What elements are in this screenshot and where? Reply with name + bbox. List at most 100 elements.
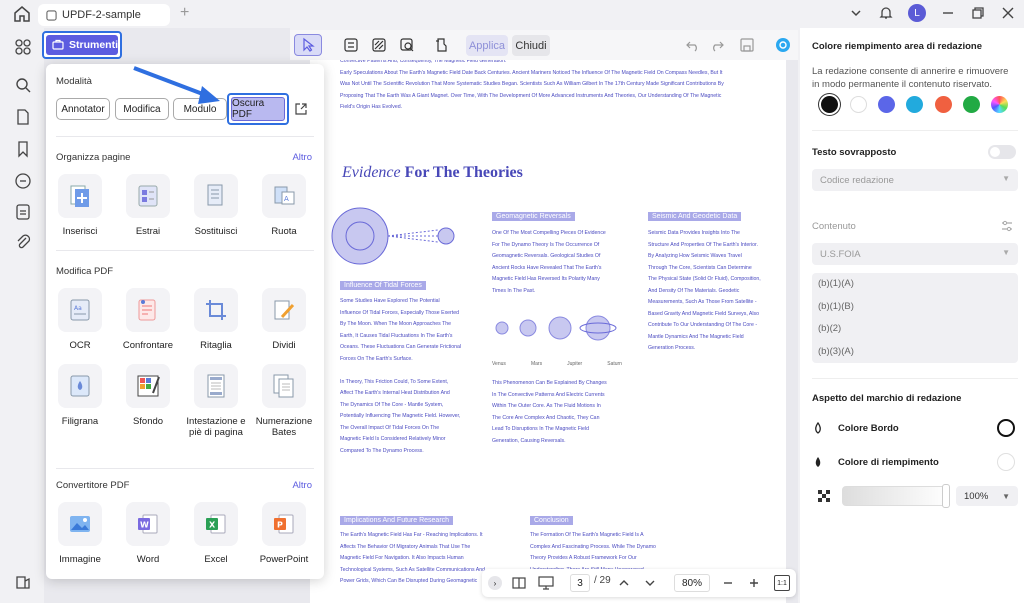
overlay-text-toggle[interactable] [988,145,1016,159]
convert-image[interactable]: Immagine [50,502,110,565]
close-redaction-button[interactable]: Chiudi [512,35,550,56]
avatar[interactable]: L [908,4,926,22]
content-standard-select[interactable]: U.S.FOIA ▼ [812,243,1018,265]
border-color-row[interactable]: Colore Bordo [812,419,1018,437]
home-icon[interactable] [12,5,32,23]
text-line: This Phenomenon Can Be Explained By Chan… [492,380,607,386]
text-line: In Theory, This Friction Could, To Some … [340,378,449,385]
convert-excel[interactable]: X Excel [186,502,246,565]
chevron-up-icon[interactable] [618,577,630,589]
redact-area-tool[interactable] [368,34,390,56]
select-tool[interactable] [294,34,322,56]
convert-powerpoint[interactable]: P PowerPoint [254,502,314,565]
bookmark-icon[interactable] [14,140,32,158]
redact-text-tool[interactable] [340,34,362,56]
tool-bates[interactable]: Numerazione Bates [254,364,314,438]
svg-text:A: A [284,195,289,203]
open-external-icon[interactable] [294,102,308,116]
border-color-swatch[interactable] [997,419,1015,437]
tool-dividi[interactable]: Dividi [254,288,314,351]
mode-oscura-pdf-button[interactable]: Oscura PDF [227,93,289,125]
redact-text-icon [344,38,358,52]
opacity-slider[interactable] [842,486,950,506]
chevron-down-icon[interactable] [644,577,656,589]
text-line: By The Moon. When The Moon Approaches Th… [340,321,452,327]
settings-sliders-icon[interactable] [1000,219,1014,233]
tools-button[interactable]: Strumenti [42,31,122,59]
layers-icon[interactable] [14,573,32,591]
convert-word[interactable]: W Word [118,502,178,565]
list-item[interactable]: (b)(3)(A) [812,341,1018,364]
pages-icon[interactable] [14,108,32,126]
collapse-button[interactable]: › [488,576,502,590]
mode-modulo-button[interactable]: Modulo [173,98,227,120]
paperclip-icon[interactable] [14,233,32,251]
tool-intestazione[interactable]: Intestazione e piè di pagina [186,364,246,438]
chevron-down-icon[interactable] [848,5,864,21]
tool-estrai[interactable]: Estrai [118,174,178,237]
swatch-blue[interactable] [878,96,895,113]
watermark-icon [70,375,90,397]
close-icon[interactable] [1000,5,1016,21]
text-line: Magnetic Field For Navigation. It Also I… [340,555,464,561]
fill-color-swatch[interactable] [997,453,1015,471]
add-tab-button[interactable]: + [180,4,189,22]
tool-sostituisci[interactable]: Sostituisci [186,174,246,237]
mode-modifica-button[interactable]: Modifica [115,98,169,120]
text-line: Generation Process. [648,345,696,351]
search-icon[interactable] [14,76,32,94]
grid-icon[interactable] [14,38,32,56]
zoom-level-input[interactable]: 80% [674,574,710,592]
left-rail [0,28,44,603]
swatch-white[interactable] [850,96,867,113]
restore-icon[interactable] [970,5,986,21]
text-line: And Density Of The Materials. Geodetic [648,287,740,294]
divider [56,136,314,137]
bell-icon[interactable] [878,5,894,21]
actual-size-icon[interactable]: 1:1 [774,575,790,591]
tool-ritaglia[interactable]: Ritaglia [186,288,246,351]
list-item[interactable]: (b)(2) [812,318,1018,341]
current-page-input[interactable]: 3 [570,574,590,592]
presentation-icon[interactable] [538,576,554,590]
redo-button[interactable] [706,34,728,56]
save-button[interactable] [736,34,758,56]
apply-button[interactable]: Applica [466,35,508,56]
attachment-list-icon[interactable] [14,203,32,221]
document-viewer[interactable]: Convective Patterns And, Consequently, T… [290,60,798,603]
opacity-select[interactable]: 100% ▼ [956,486,1018,506]
page-view-icon[interactable] [512,576,526,590]
swatch-green[interactable] [963,96,980,113]
tool-sfondo[interactable]: Sfondo [118,364,178,427]
text-line: Within The Outer Core. As The Fluid Moti… [492,403,601,409]
tool-ocr[interactable]: Aa OCR [50,288,110,351]
toolbar: Applica Chiudi [290,30,798,60]
fill-color-row[interactable]: Colore di riempimento [812,453,1018,471]
mode-annotator-button[interactable]: Annotator [56,98,110,120]
text-line: Field's Origin Has Evolved. [340,104,403,110]
minimize-icon[interactable] [940,5,956,21]
list-item[interactable]: (b)(1)(A) [812,273,1018,296]
swatch-cyan[interactable] [906,96,923,113]
swatch-custom[interactable] [991,96,1008,113]
tool-ruota[interactable]: A Ruota [254,174,314,237]
ai-assistant-button[interactable] [772,34,794,56]
undo-button[interactable] [682,34,704,56]
zoom-in-icon[interactable] [748,577,760,589]
organize-more-link[interactable]: Altro [292,152,312,163]
comment-search-icon[interactable] [14,172,32,190]
document-tab[interactable]: UPDF-2-sample [38,4,170,26]
tool-confrontare[interactable]: Confrontare [118,288,178,351]
redact-pages-tool[interactable] [430,34,452,56]
tool-inserisci[interactable]: Inserisci [50,174,110,237]
search-redact-tool[interactable] [396,34,418,56]
tool-filigrana[interactable]: Filigrana [50,364,110,427]
redaction-code-select[interactable]: Codice redazione ▼ [812,169,1018,191]
list-item[interactable]: (b)(1)(B) [812,296,1018,319]
swatch-orange[interactable] [935,96,952,113]
zoom-out-icon[interactable] [722,577,734,589]
redact-area-icon [372,38,386,52]
swatch-black[interactable] [821,96,838,113]
opacity-slider-handle[interactable] [942,484,950,508]
convert-more-link[interactable]: Altro [292,480,312,491]
